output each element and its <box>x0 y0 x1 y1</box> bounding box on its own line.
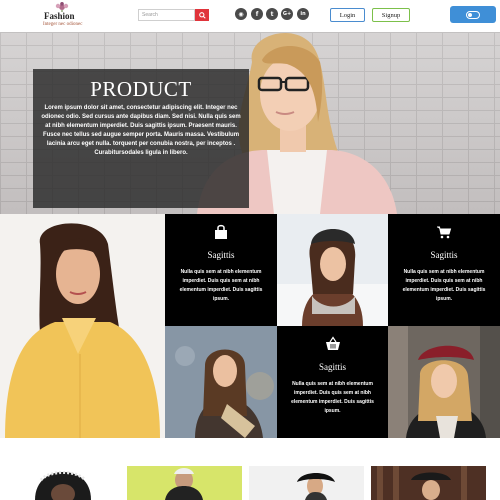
model-snow-image[interactable] <box>165 326 277 438</box>
search-form <box>138 9 209 21</box>
linkedin-icon[interactable]: in <box>297 8 309 20</box>
hero-banner: PRODUCT Lorem ipsum dolor sit amet, cons… <box>0 32 500 214</box>
shopping-bag-icon <box>215 224 227 239</box>
tile-title: Sagittis <box>318 362 346 372</box>
product-overlay-box: PRODUCT Lorem ipsum dolor sit amet, cons… <box>33 69 249 208</box>
twitter-icon[interactable]: t <box>266 8 278 20</box>
logo-title: Fashion <box>44 11 75 21</box>
search-input[interactable] <box>138 9 195 21</box>
gallery-strip <box>0 438 500 500</box>
model-red-beret-image[interactable] <box>388 326 500 438</box>
model-yellow-shirt-image[interactable] <box>0 214 165 438</box>
hero-title: PRODUCT <box>90 77 192 101</box>
search-button[interactable] <box>195 9 209 21</box>
google-plus-icon[interactable]: G+ <box>281 8 293 20</box>
gallery-image-4[interactable] <box>371 466 486 500</box>
facebook-icon[interactable]: f <box>251 8 263 20</box>
shopping-basket-icon <box>325 336 340 350</box>
tile-title: Sagittis <box>430 250 458 260</box>
toggle-icon <box>466 11 480 19</box>
model-beanie-image[interactable] <box>277 214 388 326</box>
logo-subtitle: Integer nec odionec <box>43 22 83 27</box>
gallery-image-3[interactable] <box>249 466 364 500</box>
signup-button[interactable]: Signup <box>372 8 410 22</box>
feature-tile-bag[interactable]: Sagittis Nulla quis sem at nibh elementu… <box>165 214 277 326</box>
gallery-image-1[interactable] <box>5 466 120 500</box>
tile-text: Nulla quis sem at nibh elementum imperdi… <box>402 269 486 302</box>
shopping-cart-icon <box>437 226 452 239</box>
login-button[interactable]: Login <box>330 8 365 22</box>
feature-tile-basket[interactable]: Sagittis Nulla quis sem at nibh elementu… <box>277 326 388 438</box>
site-header: Fashion Integer nec odionec ◉ f t G+ in … <box>0 0 500 32</box>
gallery-image-2[interactable] <box>127 466 242 500</box>
menu-toggle-button[interactable] <box>450 6 496 23</box>
search-icon <box>198 11 206 19</box>
tile-title: Sagittis <box>207 250 235 260</box>
product-grid: Sagittis Nulla quis sem at nibh elementu… <box>0 214 500 438</box>
feature-tile-cart[interactable]: Sagittis Nulla quis sem at nibh elementu… <box>388 214 500 326</box>
tile-text: Nulla quis sem at nibh elementum imperdi… <box>179 269 263 302</box>
logo[interactable]: Fashion Integer nec odionec <box>40 2 84 30</box>
hero-description: Lorem ipsum dolor sit amet, consectetur … <box>41 105 241 156</box>
tile-text: Nulla quis sem at nibh elementum imperdi… <box>291 381 374 414</box>
rss-icon[interactable]: ◉ <box>235 8 247 20</box>
